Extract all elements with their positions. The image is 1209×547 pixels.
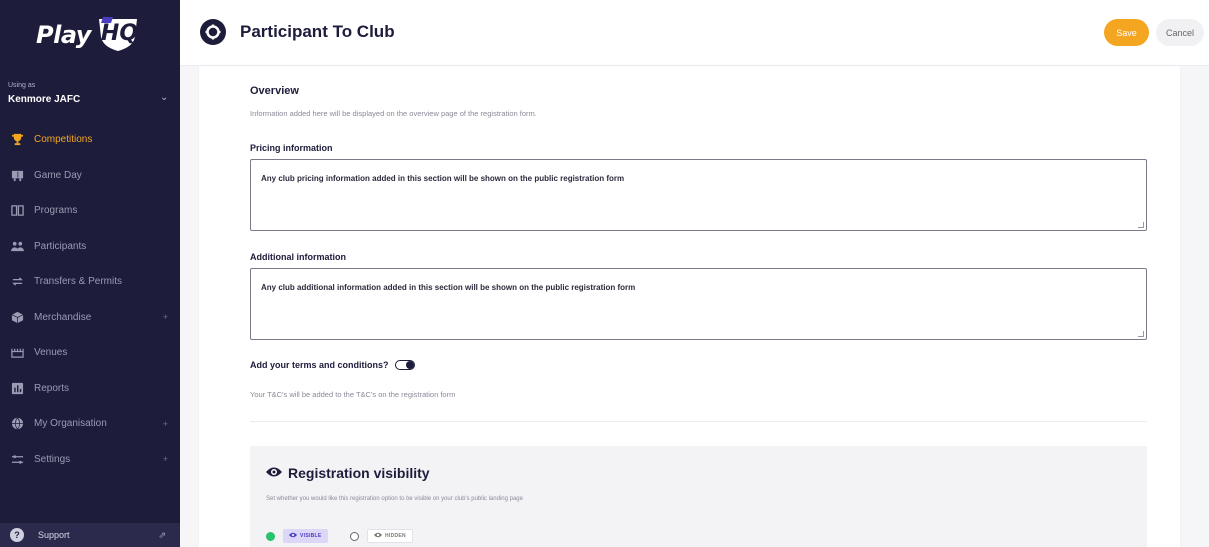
sidebar: Play HQ Using as Kenmore JAFC ⌄ Competit… (0, 0, 180, 547)
additional-textarea[interactable]: Any club additional information added in… (250, 268, 1147, 340)
playhq-logo[interactable]: Play HQ (36, 16, 141, 54)
expand-plus-icon[interactable]: + (163, 454, 168, 464)
chevron-down-icon[interactable]: ⌄ (160, 92, 168, 103)
sidebar-item-participants[interactable]: Participants (0, 229, 180, 265)
radio-hidden[interactable] (350, 531, 359, 541)
sidebar-item-label: Settings (34, 453, 71, 465)
support-label: Support (38, 530, 70, 540)
sidebar-item-competitions[interactable]: Competitions (0, 122, 180, 158)
logo-shield-icon: HQ (95, 17, 141, 53)
hidden-label: HIDDEN (385, 533, 406, 539)
sidebar-item-label: Competitions (34, 134, 93, 146)
help-icon: ? (10, 528, 24, 542)
chart-icon (10, 381, 24, 395)
using-as-label: Using as (8, 82, 36, 89)
sidebar-item-label: Reports (34, 382, 70, 394)
terms-toggle[interactable] (394, 360, 415, 370)
terms-description: Your T&C's will be added to the T&C's on… (250, 390, 456, 399)
additional-label: Additional information (250, 252, 346, 262)
overview-description: Information added here will be displayed… (250, 109, 537, 118)
sidebar-item-label: Venues (34, 347, 68, 359)
eye-icon (374, 532, 382, 540)
sidebar-item-reports[interactable]: Reports (0, 371, 180, 407)
transfer-icon (10, 275, 24, 289)
expand-plus-icon[interactable]: + (163, 419, 168, 429)
page-title: Participant To Club (240, 22, 395, 41)
pricing-label: Pricing information (250, 143, 333, 153)
logo-text-hq: HQ (100, 21, 139, 46)
sidebar-item-game-day[interactable]: Game Day (0, 158, 180, 194)
visible-label: VISIBLE (300, 533, 322, 539)
pricing-textarea-value: Any club pricing information added in th… (261, 174, 625, 183)
visibility-title: Registration visibility (266, 465, 430, 481)
hidden-pill[interactable]: HIDDEN (367, 529, 413, 543)
additional-textarea-value: Any club additional information added in… (261, 283, 636, 292)
sidebar-item-settings[interactable]: Settings + (0, 442, 180, 478)
terms-label: Add your terms and conditions? (250, 360, 389, 370)
sidebar-item-label: Programs (34, 205, 78, 217)
settings-gear-icon (200, 19, 226, 45)
overview-title: Overview (250, 85, 299, 97)
visibility-title-text: Registration visibility (288, 465, 430, 481)
sidebar-item-label: My Organisation (34, 418, 107, 430)
stadium-icon (10, 346, 24, 360)
sidebar-item-label: Participants (34, 240, 87, 252)
page-header: Participant To Club Save Cancel (180, 0, 1209, 66)
scoreboard-icon (10, 168, 24, 182)
book-icon (10, 204, 24, 218)
save-button[interactable]: Save (1104, 19, 1149, 46)
visible-pill[interactable]: VISIBLE (283, 529, 328, 543)
logo-text-play: Play (36, 21, 91, 49)
sidebar-item-label: Merchandise (34, 311, 92, 323)
form-card: Overview Information added here will be … (199, 66, 1180, 547)
sidebar-item-transfers-permits[interactable]: Transfers & Permits (0, 264, 180, 300)
sidebar-nav: Competitions Game Day Programs Participa… (0, 122, 180, 477)
box-icon (10, 310, 24, 324)
globe-icon (10, 417, 24, 431)
sidebar-item-label: Transfers & Permits (34, 276, 122, 288)
divider (250, 421, 1147, 422)
eye-icon (266, 465, 282, 481)
support-link[interactable]: ? Support ⇗ (0, 523, 180, 547)
expand-plus-icon[interactable]: + (163, 312, 168, 322)
sidebar-item-my-organisation[interactable]: My Organisation + (0, 406, 180, 442)
visibility-option-visible[interactable]: VISIBLE (266, 529, 328, 543)
eye-icon (289, 532, 297, 540)
organisation-switcher[interactable]: Kenmore JAFC (8, 94, 80, 105)
visibility-description: Set whether you would like this registra… (266, 496, 523, 502)
resize-handle[interactable] (1138, 222, 1144, 228)
people-icon (10, 239, 24, 253)
sliders-icon (10, 452, 24, 466)
trophy-icon (10, 133, 24, 147)
cancel-button[interactable]: Cancel (1156, 19, 1204, 46)
sidebar-item-venues[interactable]: Venues (0, 335, 180, 371)
sidebar-item-merchandise[interactable]: Merchandise + (0, 300, 180, 336)
visibility-option-hidden[interactable]: HIDDEN (350, 529, 413, 543)
radio-visible[interactable] (266, 531, 275, 541)
pricing-textarea[interactable]: Any club pricing information added in th… (250, 159, 1147, 231)
resize-handle[interactable] (1138, 331, 1144, 337)
terms-row: Add your terms and conditions? (250, 360, 415, 370)
external-link-icon: ⇗ (158, 529, 166, 540)
main-content: Overview Information added here will be … (180, 66, 1209, 547)
registration-visibility-section: Registration visibility Set whether you … (250, 446, 1147, 547)
sidebar-item-label: Game Day (34, 169, 82, 181)
sidebar-item-programs[interactable]: Programs (0, 193, 180, 229)
